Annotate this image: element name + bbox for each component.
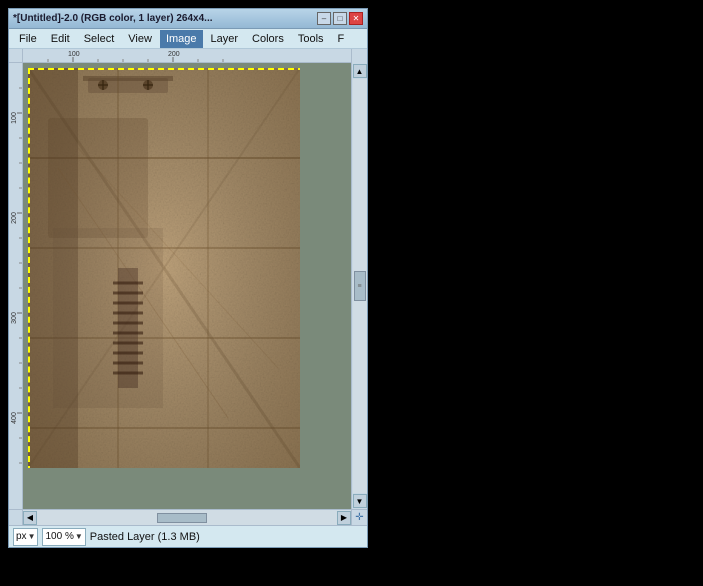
scroll-right-button[interactable]: ▶ [337,511,351,525]
menu-image[interactable]: Image [160,30,203,48]
menu-f[interactable]: F [332,30,351,48]
scroll-thumb-vertical[interactable]: ≡ [354,271,366,301]
menu-edit[interactable]: Edit [45,30,76,48]
ruler-v-ticks: 100 200 300 400 [9,63,23,509]
canvas-row: 100 200 300 400 [9,63,367,509]
unit-label: px [16,531,27,542]
svg-text:200: 200 [11,212,18,224]
svg-text:300: 300 [11,312,18,324]
canvas-viewport[interactable] [23,63,351,509]
title-bar-controls: – □ ✕ [317,12,363,25]
unit-dropdown[interactable]: ▼ [28,532,36,541]
ruler-corner-bl [9,510,23,526]
vertical-ruler: 100 200 300 400 [9,63,23,509]
menu-select[interactable]: Select [78,30,121,48]
scrollbar-horizontal-row: ◀ ▶ ✛ [9,509,367,525]
canvas-image[interactable] [28,68,300,468]
svg-text:100: 100 [11,112,18,124]
window-title: *[Untitled]-2.0 (RGB color, 1 layer) 264… [13,13,213,24]
zoom-dropdown[interactable]: ▼ [75,532,83,541]
zoom-value: 100 % [45,531,73,542]
scroll-track-vertical[interactable]: ≡ [353,79,367,493]
scroll-thumb-horizontal[interactable] [157,513,207,523]
zoom-selector[interactable]: px ▼ [13,528,38,546]
scroll-up-button[interactable]: ▲ [353,64,367,78]
ruler-corner-tl [9,49,23,63]
menu-layer[interactable]: Layer [205,30,245,48]
ruler-row-top: 100 200 [9,49,367,63]
scrollbar-horizontal: ◀ ▶ [23,510,351,526]
menu-file[interactable]: File [13,30,43,48]
scroll-track-horizontal[interactable] [37,512,337,524]
scroll-corner-tr [351,49,367,63]
zoom-percent-selector[interactable]: 100 % ▼ [42,528,85,546]
menu-view[interactable]: View [122,30,158,48]
scroll-corner-br[interactable]: ✛ [351,510,367,526]
scroll-left-button[interactable]: ◀ [23,511,37,525]
scroll-down-button[interactable]: ▼ [353,494,367,508]
resize-icon: ✛ [355,512,363,523]
menu-bar: File Edit Select View Image Layer Colors… [9,29,367,49]
app-window: *[Untitled]-2.0 (RGB color, 1 layer) 264… [8,8,368,548]
menu-tools[interactable]: Tools [292,30,330,48]
canvas-content [28,68,300,468]
maximize-button[interactable]: □ [333,12,347,25]
horizontal-ruler: 100 200 [23,49,351,63]
status-bar: px ▼ 100 % ▼ Pasted Layer (1.3 MB) [9,525,367,547]
close-button[interactable]: ✕ [349,12,363,25]
ruler-h-ticks [23,49,351,62]
svg-text:400: 400 [11,412,18,424]
layer-info: Pasted Layer (1.3 MB) [90,531,363,543]
menu-colors[interactable]: Colors [246,30,290,48]
minimize-button[interactable]: – [317,12,331,25]
scrollbar-vertical: ▲ ≡ ▼ [351,63,367,509]
title-bar: *[Untitled]-2.0 (RGB color, 1 layer) 264… [9,9,367,29]
canvas-area: 100 200 [9,49,367,525]
